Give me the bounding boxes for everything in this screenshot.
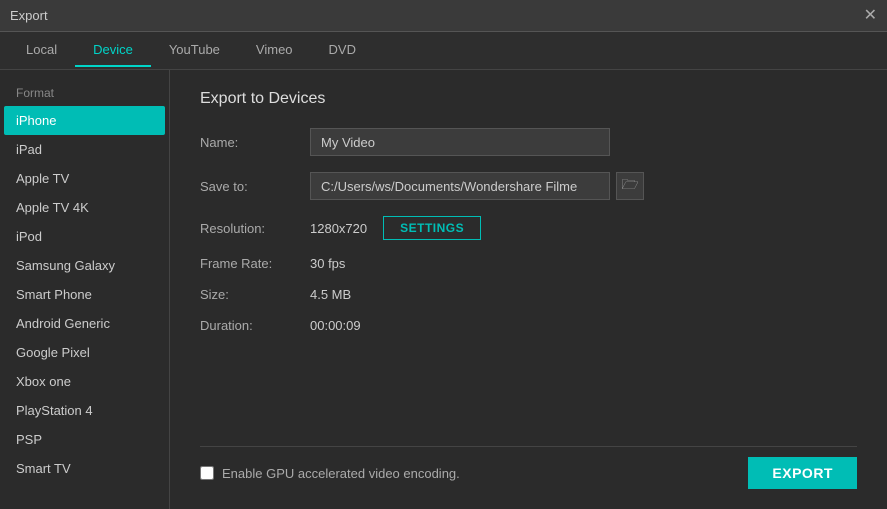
sidebar: Format iPhone iPad Apple TV Apple TV 4K …: [0, 70, 170, 509]
frame-rate-value: 30 fps: [310, 256, 345, 271]
sidebar-item-smarttv[interactable]: Smart TV: [0, 454, 169, 483]
sidebar-item-appletv4k[interactable]: Apple TV 4K: [0, 193, 169, 222]
tab-youtube[interactable]: YouTube: [151, 34, 238, 67]
resolution-label: Resolution:: [200, 221, 310, 236]
tab-device[interactable]: Device: [75, 34, 151, 67]
content-title: Export to Devices: [200, 90, 857, 108]
window-title: Export: [10, 8, 48, 23]
duration-row: Duration: 00:00:09: [200, 318, 857, 333]
close-button[interactable]: ✕: [864, 8, 877, 24]
size-value: 4.5 MB: [310, 287, 351, 302]
bottom-bar: Enable GPU accelerated video encoding. E…: [200, 446, 857, 489]
settings-button[interactable]: SETTINGS: [383, 216, 481, 240]
frame-rate-label: Frame Rate:: [200, 256, 310, 271]
gpu-label: Enable GPU accelerated video encoding.: [222, 466, 460, 481]
name-input[interactable]: [310, 128, 610, 156]
size-row: Size: 4.5 MB: [200, 287, 857, 302]
sidebar-item-ipod[interactable]: iPod: [0, 222, 169, 251]
sidebar-item-appletv[interactable]: Apple TV: [0, 164, 169, 193]
sidebar-item-ipad[interactable]: iPad: [0, 135, 169, 164]
frame-rate-row: Frame Rate: 30 fps: [200, 256, 857, 271]
size-label: Size:: [200, 287, 310, 302]
save-to-input[interactable]: [310, 172, 610, 200]
resolution-value-row: 1280x720 SETTINGS: [310, 216, 481, 240]
export-button[interactable]: EXPORT: [748, 457, 857, 489]
folder-browse-button[interactable]: 🗁: [616, 172, 644, 200]
tab-local[interactable]: Local: [8, 34, 75, 67]
save-to-row: Save to: 🗁: [200, 172, 857, 200]
gpu-checkbox[interactable]: [200, 466, 214, 480]
duration-label: Duration:: [200, 318, 310, 333]
sidebar-item-android[interactable]: Android Generic: [0, 309, 169, 338]
title-bar: Export ✕: [0, 0, 887, 32]
resolution-row: Resolution: 1280x720 SETTINGS: [200, 216, 857, 240]
sidebar-item-googlepixel[interactable]: Google Pixel: [0, 338, 169, 367]
sidebar-section-label: Format: [0, 80, 169, 106]
tab-dvd[interactable]: DVD: [311, 34, 374, 67]
tab-vimeo[interactable]: Vimeo: [238, 34, 311, 67]
gpu-row: Enable GPU accelerated video encoding.: [200, 466, 460, 481]
sidebar-item-samsung[interactable]: Samsung Galaxy: [0, 251, 169, 280]
resolution-value: 1280x720: [310, 221, 367, 236]
folder-icon: 🗁: [621, 174, 638, 198]
sidebar-item-iphone[interactable]: iPhone: [4, 106, 165, 135]
sidebar-item-psp[interactable]: PSP: [0, 425, 169, 454]
main-layout: Format iPhone iPad Apple TV Apple TV 4K …: [0, 70, 887, 509]
save-to-label: Save to:: [200, 179, 310, 194]
sidebar-item-xboxone[interactable]: Xbox one: [0, 367, 169, 396]
save-to-wrap: 🗁: [310, 172, 644, 200]
sidebar-item-ps4[interactable]: PlayStation 4: [0, 396, 169, 425]
duration-value: 00:00:09: [310, 318, 361, 333]
content-area: Export to Devices Name: Save to: 🗁 Resol…: [170, 70, 887, 509]
name-label: Name:: [200, 135, 310, 150]
sidebar-item-smartphone[interactable]: Smart Phone: [0, 280, 169, 309]
tab-bar: Local Device YouTube Vimeo DVD: [0, 32, 887, 70]
name-row: Name:: [200, 128, 857, 156]
